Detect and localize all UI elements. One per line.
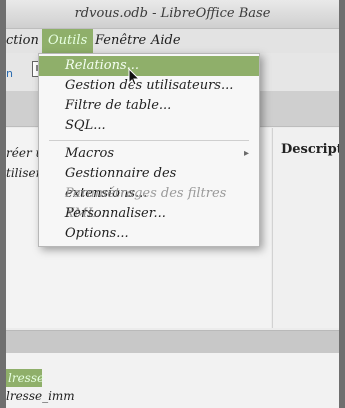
description-header: Descriptio xyxy=(281,142,339,157)
menu-item-filtre-table[interactable]: Filtre de table... xyxy=(39,96,259,116)
menu-item-fenetre[interactable]: Fenêtre xyxy=(95,29,146,53)
menu-bar: ction Outils Fenêtre Aide xyxy=(6,29,339,53)
menu-item-label: Options... xyxy=(65,226,129,241)
menu-item-gestion-utilisateurs[interactable]: Gestion des utilisateurs... xyxy=(39,76,259,96)
table-row[interactable]: lresse_imm xyxy=(6,389,75,407)
table-row-selected[interactable]: lresse xyxy=(6,369,44,387)
tables-list: lresse lresse_imm xyxy=(6,353,339,408)
menu-item-options[interactable]: Options... xyxy=(39,224,259,244)
task-line-2: tiliser xyxy=(6,166,42,180)
menu-item-macros[interactable]: Macros ▸ xyxy=(39,144,259,164)
outils-dropdown-menu: Relations... Gestion des utilisateurs...… xyxy=(38,53,260,247)
menu-item-partial[interactable]: ction xyxy=(6,29,39,53)
menu-item-label: SQL... xyxy=(65,118,106,133)
mouse-pointer-icon xyxy=(128,68,141,86)
menu-item-extensions[interactable]: Gestionnaire des extensions... xyxy=(39,164,259,201)
menu-item-label: Personnaliser... xyxy=(65,206,166,221)
window-title: rdvous.odb - LibreOffice Base xyxy=(74,6,271,21)
menu-item-outils[interactable]: Outils xyxy=(42,29,94,53)
menu-separator xyxy=(49,140,249,141)
tables-header-strip xyxy=(6,330,339,354)
menu-item-label: Filtre de table... xyxy=(65,98,172,113)
menu-item-personnaliser[interactable]: Personnaliser... xyxy=(39,204,259,224)
description-panel: Descriptio xyxy=(272,128,339,328)
toolbar-partial-text: n xyxy=(6,67,13,80)
menu-item-label: Gestion des utilisateurs... xyxy=(65,78,234,93)
menu-item-filtres-xml: Paramétrages des filtres XML... xyxy=(39,184,259,221)
submenu-arrow-icon: ▸ xyxy=(243,148,249,159)
menu-item-label: Macros xyxy=(65,146,115,161)
title-bar: rdvous.odb - LibreOffice Base xyxy=(6,0,339,29)
menu-item-aide[interactable]: Aide xyxy=(151,29,181,53)
menu-item-sql[interactable]: SQL... xyxy=(39,116,259,136)
menu-item-relations[interactable]: Relations... xyxy=(39,56,259,76)
